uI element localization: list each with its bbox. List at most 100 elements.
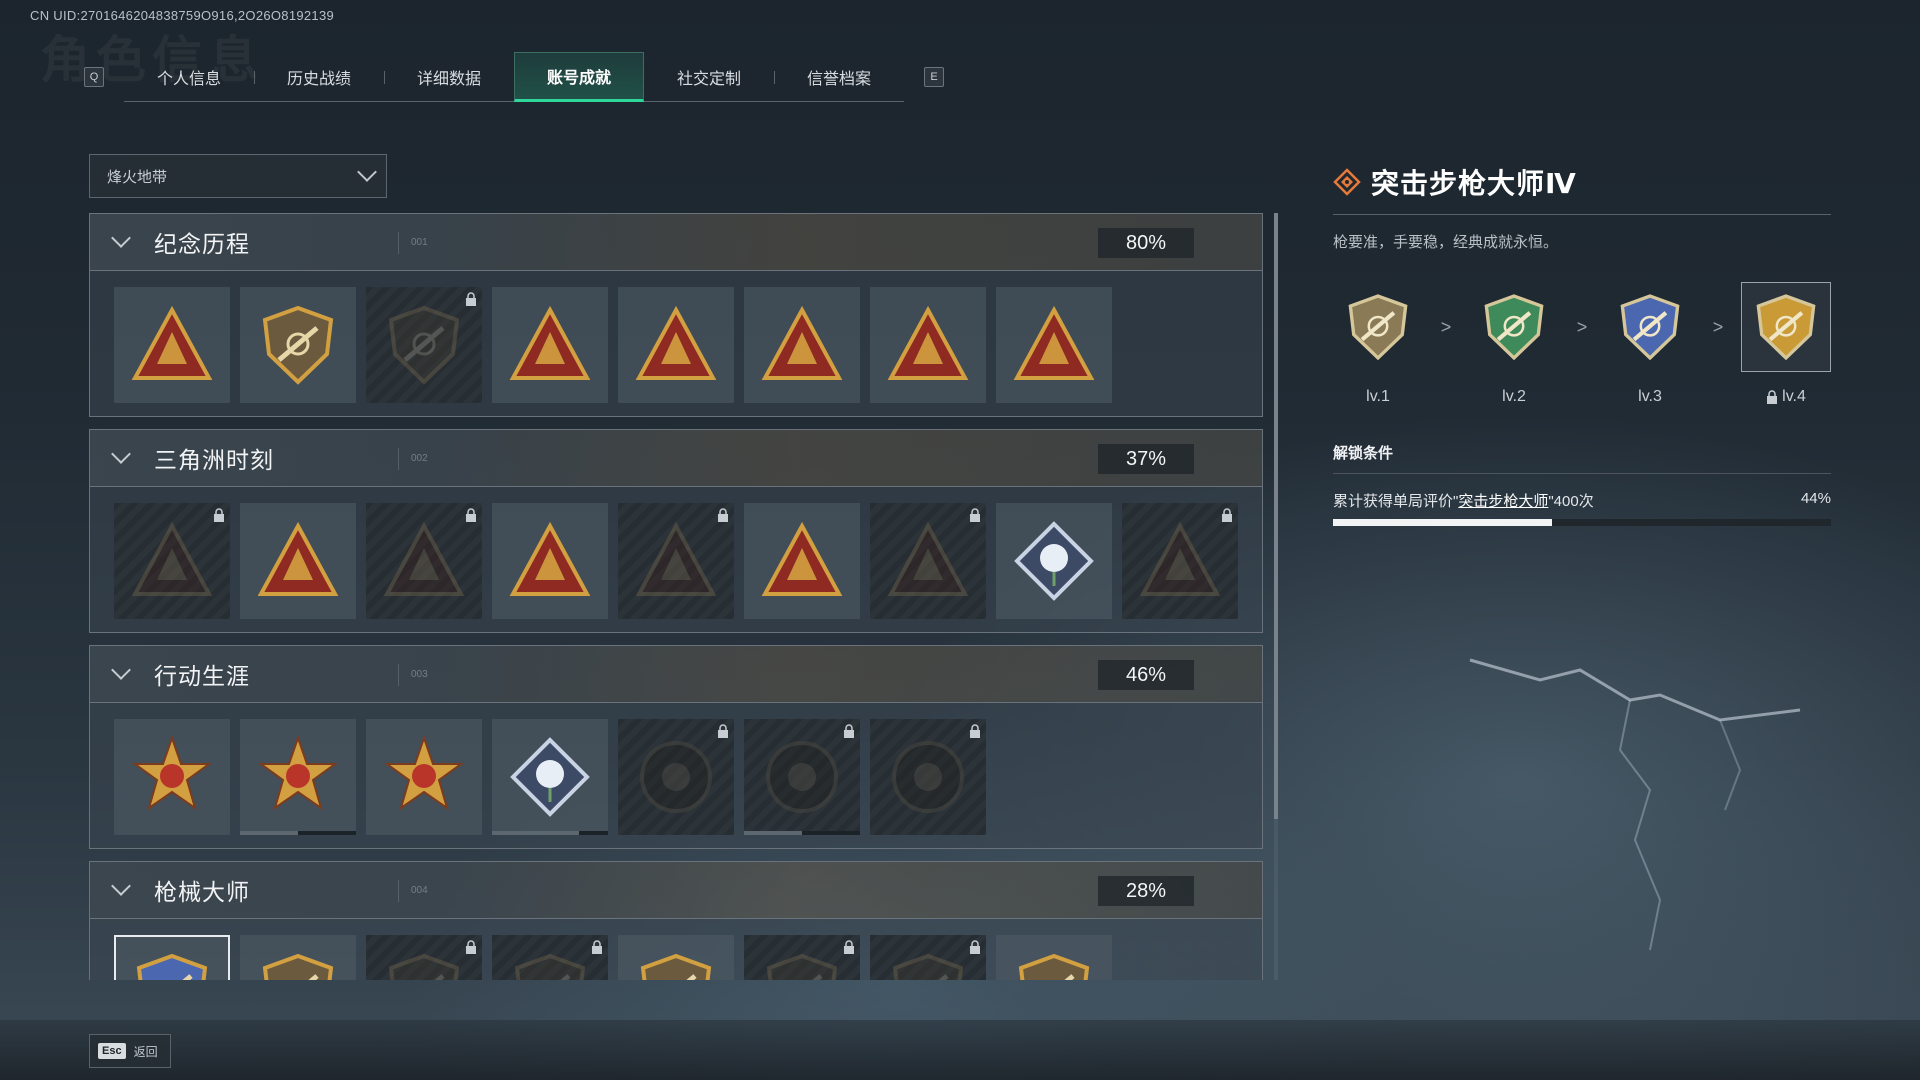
scroll-thumb[interactable] [1274,213,1278,819]
fish-triangle-icon[interactable] [870,503,986,619]
condition-text: 累计获得单局评价"突击步枪大师"400次 [1333,490,1594,511]
category-header[interactable]: 枪械大师 004 28% [89,861,1263,919]
level-separator: > [1576,316,1588,337]
list-scrollbar[interactable] [1274,213,1278,980]
condition-link[interactable]: 突击步枪大师 [1458,493,1548,510]
level-badge[interactable] [1469,282,1559,372]
helicopter-shield-icon[interactable] [240,287,356,403]
mode-filter-dropdown[interactable]: 烽火地带 [89,154,387,198]
rocket-triangle-icon[interactable] [744,503,860,619]
category-percent: 46% [1098,660,1194,690]
unlock-heading: 解锁条件 [1333,445,1394,462]
rifle-master-icon[interactable] [114,935,230,980]
condition-percent: 44% [1800,490,1831,507]
level-item[interactable]: lv.3 [1605,282,1695,406]
gold-star-shield-icon[interactable] [366,719,482,835]
skull-round-icon[interactable] [618,719,734,835]
tab-detailed-stats[interactable]: 详细数据 [384,52,514,102]
badge-row [89,703,1263,849]
lock-icon [466,508,476,522]
squad-triangle-icon[interactable] [492,503,608,619]
category-code: 001 [398,232,428,254]
diamond-shield-icon[interactable] [492,719,608,835]
next-tab-key[interactable]: E [924,67,944,87]
category-percent: 37% [1098,444,1194,474]
level-label: lv.2 [1502,388,1526,405]
level-separator: > [1440,316,1452,337]
lock-icon [466,292,476,306]
lock-icon [970,724,980,738]
chevron-down-icon[interactable] [111,444,131,464]
rifle-master-icon [1756,294,1816,361]
beast-triangle-icon[interactable] [618,503,734,619]
detail-description: 枪要准，手要稳，经典成就永恒。 [1333,234,1559,251]
dark-shield-icon[interactable] [366,287,482,403]
mask-triangle-icon[interactable] [1122,503,1238,619]
lock-icon [214,508,224,522]
level-item[interactable]: lv.2 [1469,282,1559,406]
eye-round-icon[interactable] [870,719,986,835]
sniper-master-icon[interactable] [744,935,860,980]
chevron-down-icon[interactable] [111,228,131,248]
back-button[interactable]: Esc 返回 [89,1034,171,1068]
triangle-emblem-icon[interactable] [114,287,230,403]
s5-bag-triangle-icon[interactable] [492,287,608,403]
star-medal-icon[interactable] [114,719,230,835]
pistol-master-icon[interactable] [870,935,986,980]
globe-triangle-icon[interactable] [366,503,482,619]
category-name: 行动生涯 [154,663,250,689]
category-code: 004 [398,880,428,902]
achievement-list[interactable]: 纪念历程 001 80% 三角洲时刻 002 37% 行动生涯 003 46% 枪械大师 004 28… [89,213,1263,980]
s6-bag-triangle-icon[interactable] [618,287,734,403]
dmr-master-icon[interactable] [618,935,734,980]
lmg-master-icon[interactable] [492,935,608,980]
diamond-emblem-icon [1333,168,1361,196]
rifle-master-icon [1348,294,1408,361]
chevron-down-icon[interactable] [111,876,131,896]
badge-progress-bar [240,831,356,835]
prev-tab-key[interactable]: Q [84,67,104,87]
green-shield-medal-icon[interactable] [240,719,356,835]
shotgun-master-icon[interactable] [366,935,482,980]
achievement-detail-panel: 突击步枪大师Ⅳ 枪要准，手要稳，经典成就永恒。 lv.1 > lv.2 > lv.3 > l… [1333,162,1831,526]
level-item[interactable]: lv.1 [1333,282,1423,406]
rose-diamond-icon[interactable] [996,503,1112,619]
level-track: lv.1 > lv.2 > lv.3 > lv.4 [1333,282,1831,406]
level-item[interactable]: lv.4 [1741,282,1831,406]
level-badge[interactable] [1333,282,1423,372]
level-badge[interactable] [1741,282,1831,372]
achievement-category: 三角洲时刻 002 37% [89,429,1263,633]
lightning-decoration [1469,658,1801,951]
laurel-triangle-icon[interactable] [870,287,986,403]
tab-social[interactable]: 社交定制 [644,52,774,102]
divider [1333,473,1831,474]
category-header[interactable]: 三角洲时刻 002 37% [89,429,1263,487]
lock-icon [1222,508,1232,522]
footer-bar [0,1020,1920,1080]
achievement-category: 枪械大师 004 28% [89,861,1263,980]
lamp-triangle-icon[interactable] [114,503,230,619]
level-label: lv.1 [1366,388,1390,405]
level-badge[interactable] [1605,282,1695,372]
lock-icon [592,940,602,954]
soldier-triangle-icon[interactable] [240,503,356,619]
lock-icon [844,940,854,954]
category-percent: 28% [1098,876,1194,906]
category-code: 002 [398,448,428,470]
melee-master-icon[interactable] [996,935,1112,980]
category-header[interactable]: 纪念历程 001 80% [89,213,1263,271]
lock-icon [970,508,980,522]
smg-master-icon[interactable] [240,935,356,980]
chevron-down-icon[interactable] [111,660,131,680]
crosshair-round-icon[interactable] [744,719,860,835]
level-separator: > [1712,316,1724,337]
category-code: 003 [398,664,428,686]
tab-profile[interactable]: 个人信息 [124,52,254,102]
number-one-triangle-icon[interactable] [996,287,1112,403]
tab-credit[interactable]: 信誉档案 [774,52,904,102]
tab-match-history[interactable]: 历史战绩 [254,52,384,102]
s7-bag-triangle-icon[interactable] [744,287,860,403]
lock-icon [718,508,728,522]
tab-achievements[interactable]: 账号成就 [514,52,644,102]
category-header[interactable]: 行动生涯 003 46% [89,645,1263,703]
